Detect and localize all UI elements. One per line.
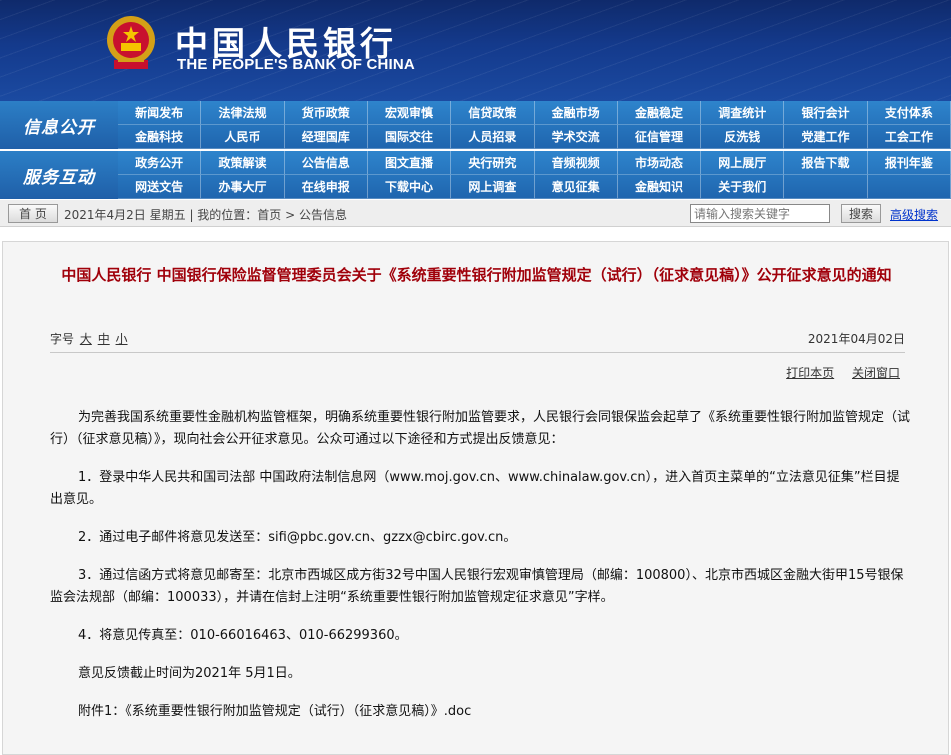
article-paragraph: 意见反馈截止时间为2021年 5月1日。: [78, 666, 301, 681]
nav-group-info: 信息公开 新闻发布 法律法规 货币政策 宏观审慎 信贷政策 金融市场 金融稳定 调查统计 银行会…: [0, 101, 951, 149]
article-paragraph: 为完善我国系统重要性金融机构监管框架，明确系统重要性银行附加监管要求，人民银行会…: [50, 410, 911, 447]
nav-service-item[interactable]: 政策解读: [201, 151, 285, 175]
nav-service-item[interactable]: 下载中心: [367, 175, 452, 199]
main-navigation: 信息公开 新闻发布 法律法规 货币政策 宏观审慎 信贷政策 金融市场 金融稳定 调查统计 银行会…: [0, 101, 951, 200]
advanced-search-link[interactable]: 高级搜索: [890, 206, 938, 223]
nav-service-item[interactable]: 图文直播: [367, 151, 452, 175]
nav-service-item[interactable]: 政务公开: [118, 151, 202, 175]
article-meta: 字号 大 中 小 2021年04月02日: [50, 330, 905, 350]
breadcrumb: 2021年4月2日 星期五 | 我的位置：首页 > 公告信息: [64, 208, 347, 222]
nav-info-item[interactable]: 调查统计: [701, 101, 785, 125]
nav-service-item[interactable]: 金融知识: [617, 175, 702, 199]
nav-info-item[interactable]: 经理国库: [284, 125, 368, 149]
nav-service-item[interactable]: 央行研究: [451, 151, 535, 175]
article-date: 2021年04月02日: [807, 332, 905, 346]
font-size-small-link[interactable]: 小: [116, 332, 128, 346]
nav-info-item[interactable]: 工会工作: [867, 125, 951, 149]
close-window-link[interactable]: 关闭窗口: [852, 366, 900, 380]
font-size-medium-link[interactable]: 中: [98, 332, 110, 346]
article-paragraph: 1．登录中华人民共和国司法部 中国政府法制信息网（www.moj.gov.cn、…: [50, 470, 900, 507]
nav-info-item[interactable]: 金融市场: [534, 101, 618, 125]
article-paragraph: 3．通过信函方式将意见邮寄至：北京市西城区成方街32号中国人民银行宏观审慎管理局…: [50, 568, 904, 605]
nav-info-item[interactable]: 信贷政策: [451, 101, 535, 125]
search-input[interactable]: [690, 204, 830, 223]
nav-service-item[interactable]: 网送文告: [118, 175, 202, 199]
nav-service-item: [784, 175, 868, 199]
nav-info-item[interactable]: 国际交往: [367, 125, 452, 149]
article-paragraph: 2．通过电子邮件将意见发送至：sifi@pbc.gov.cn、gzzx@cbir…: [78, 530, 517, 545]
nav-service-item[interactable]: 公告信息: [284, 151, 368, 175]
nav-info-item[interactable]: 党建工作: [784, 125, 868, 149]
site-title-en: THE PEOPLE'S BANK OF CHINA: [177, 56, 415, 73]
nav-info-item[interactable]: 征信管理: [617, 125, 702, 149]
search-button[interactable]: 搜索: [841, 204, 881, 223]
nav-info-item[interactable]: 金融科技: [118, 125, 202, 149]
nav-info-item[interactable]: 金融稳定: [617, 101, 702, 125]
nav-info-item[interactable]: 新闻发布: [118, 101, 202, 125]
nav-group-label-service[interactable]: 服务互动: [0, 151, 118, 199]
site-header: 中国人民银行 THE PEOPLE'S BANK OF CHINA: [0, 0, 951, 101]
nav-service-item[interactable]: 网上展厅: [701, 151, 785, 175]
nav-service-item[interactable]: 报告下载: [784, 151, 868, 175]
nav-service-item[interactable]: 市场动态: [617, 151, 702, 175]
print-page-link[interactable]: 打印本页: [786, 366, 834, 380]
attachment-link[interactable]: 附件1：《系统重要性银行附加监管规定（试行）（征求意见稿）》.doc: [50, 701, 910, 723]
font-size-large-link[interactable]: 大: [80, 332, 92, 346]
nav-service-item[interactable]: 意见征集: [534, 175, 618, 199]
nav-group-label-info[interactable]: 信息公开: [0, 101, 118, 149]
national-emblem-icon: [107, 16, 155, 69]
font-size-label: 字号: [50, 332, 75, 346]
nav-service-item[interactable]: 音频视频: [534, 151, 618, 175]
article-paragraph: 4．将意见传真至：010-66016463、010-66299360。: [78, 628, 408, 643]
nav-service-item[interactable]: 办事大厅: [201, 175, 285, 199]
article-frame: 中国人民银行 中国银行保险监督管理委员会关于《系统重要性银行附加监管规定（试行）…: [2, 241, 949, 755]
nav-items-service: 政务公开 政策解读 公告信息 图文直播 央行研究 音频视频 市场动态 网上展厅 报告下载 报刊年鉴…: [118, 151, 951, 199]
nav-info-item[interactable]: 人民币: [201, 125, 285, 149]
nav-service-item: [867, 175, 951, 199]
nav-service-item[interactable]: 关于我们: [701, 175, 785, 199]
nav-info-item[interactable]: 人员招录: [451, 125, 535, 149]
nav-service-item[interactable]: 报刊年鉴: [867, 151, 951, 175]
nav-info-item[interactable]: 宏观审慎: [367, 101, 452, 125]
nav-info-item[interactable]: 支付体系: [867, 101, 951, 125]
nav-group-service: 服务互动 政务公开 政策解读 公告信息 图文直播 央行研究 音频视频 市场动态 网上展厅 报告下…: [0, 151, 951, 199]
font-size-switcher: 字号 大 中 小: [50, 332, 128, 346]
home-button[interactable]: 首 页: [8, 204, 58, 223]
meta-divider: [50, 352, 905, 353]
nav-info-item[interactable]: 学术交流: [534, 125, 618, 149]
article-body: 为完善我国系统重要性金融机构监管框架，明确系统重要性银行附加监管要求，人民银行会…: [50, 407, 910, 739]
article-title: 中国人民银行 中国银行保险监督管理委员会关于《系统重要性银行附加监管规定（试行）…: [61, 266, 892, 284]
nav-service-item[interactable]: 在线申报: [284, 175, 368, 199]
nav-info-item[interactable]: 法律法规: [201, 101, 285, 125]
nav-info-item[interactable]: 反洗钱: [701, 125, 785, 149]
nav-service-item[interactable]: 网上调查: [451, 175, 535, 199]
breadcrumb-bar: 首 页 2021年4月2日 星期五 | 我的位置：首页 > 公告信息 搜索 高级…: [0, 200, 951, 227]
article-tools: 打印本页 关闭窗口: [772, 364, 900, 381]
nav-info-item[interactable]: 货币政策: [284, 101, 368, 125]
nav-items-info: 新闻发布 法律法规 货币政策 宏观审慎 信贷政策 金融市场 金融稳定 调查统计 银行会计 支付体系…: [118, 101, 951, 149]
nav-info-item[interactable]: 银行会计: [784, 101, 868, 125]
